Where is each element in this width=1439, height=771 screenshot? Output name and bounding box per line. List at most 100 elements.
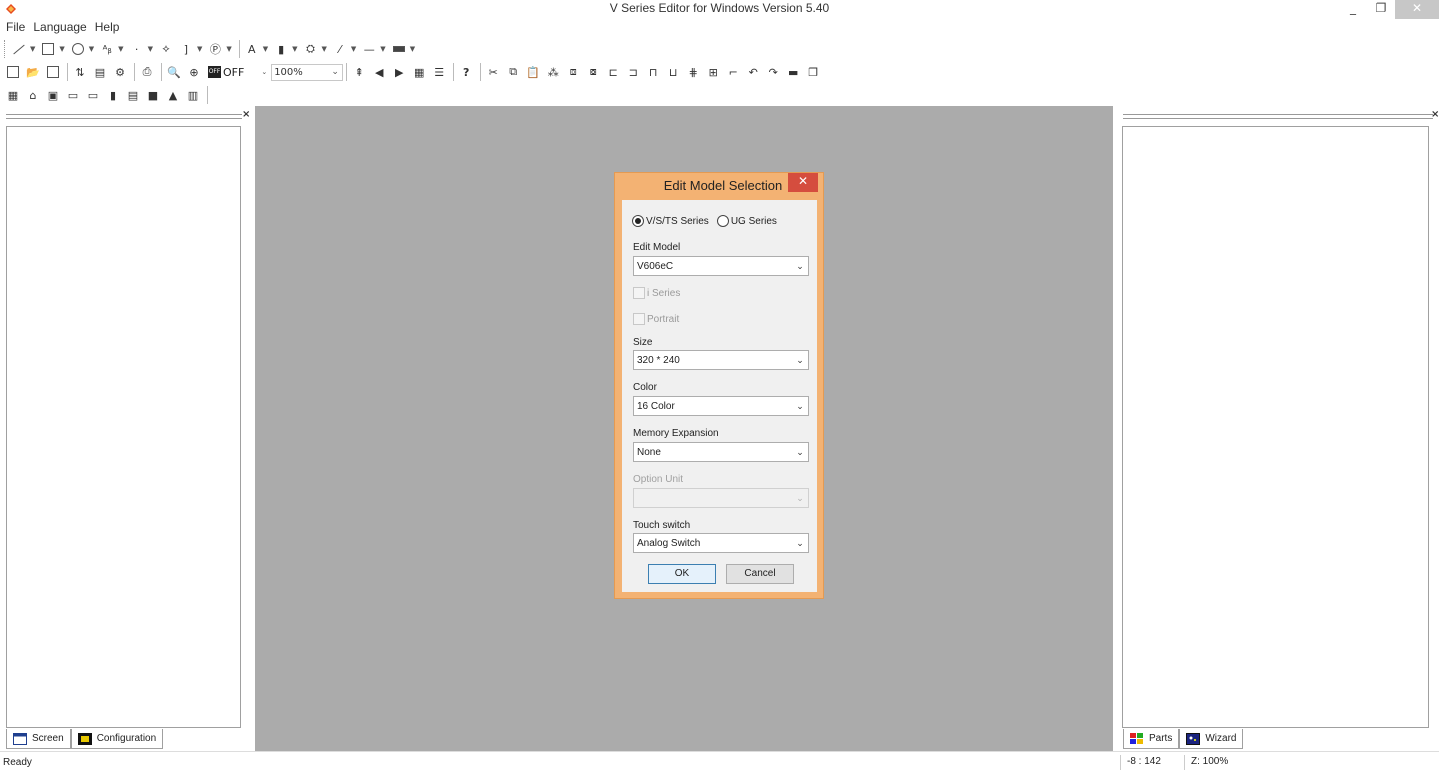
char-part-button[interactable]: ▭ <box>84 86 102 104</box>
undo-button[interactable]: ↶ <box>744 63 762 81</box>
chevron-down-icon[interactable]: ▼ <box>292 45 297 53</box>
alarm-part-button[interactable]: ▲ <box>164 86 182 104</box>
edit-model-select[interactable]: V606eC ⌄ <box>633 256 809 276</box>
screen-tree[interactable] <box>6 126 241 728</box>
table-part-button[interactable]: ▦ <box>4 86 22 104</box>
memory-expansion-select[interactable]: None ⌄ <box>633 442 809 462</box>
chevron-down-icon[interactable]: ⌄ <box>261 68 267 76</box>
panel-grip[interactable] <box>6 114 242 119</box>
zoom-combo[interactable]: 100% ⌄ <box>271 63 344 81</box>
draw-mode-toggle[interactable]: OFF OFF <box>205 63 247 81</box>
line-tool-button[interactable] <box>10 40 28 58</box>
chevron-down-icon[interactable]: ▼ <box>148 45 153 53</box>
bracket-tool-button[interactable]: ] <box>177 40 195 58</box>
dialog-close-button[interactable]: ✕ <box>788 173 818 192</box>
line-style-button[interactable]: ⁄ <box>331 40 349 58</box>
size-select[interactable]: 320 * 240 ⌄ <box>633 350 809 370</box>
circle-tool-button[interactable] <box>69 40 87 58</box>
menu-language[interactable]: Language <box>32 19 92 37</box>
close-icon[interactable]: × <box>1431 109 1439 120</box>
align-top-button[interactable]: ⊓ <box>644 63 662 81</box>
redo-button[interactable]: ↷ <box>764 63 782 81</box>
tile-tool-button[interactable]: ⟡ <box>157 40 175 58</box>
property-button[interactable]: ⌐ <box>724 63 742 81</box>
grid-button[interactable]: ▦ <box>410 63 428 81</box>
chevron-down-icon[interactable]: ▼ <box>226 45 231 53</box>
graph-part-button[interactable]: ▤ <box>124 86 142 104</box>
layer-button[interactable]: ▬ <box>784 63 802 81</box>
panel-grip[interactable] <box>1123 114 1433 119</box>
dot-tool-button[interactable]: · <box>128 40 146 58</box>
open-button[interactable]: 📂 <box>24 63 42 81</box>
numeric-part-button[interactable]: ▭ <box>64 86 82 104</box>
close-icon[interactable]: × <box>242 109 250 120</box>
window-button[interactable]: ❐ <box>804 63 822 81</box>
zoom-button[interactable]: 🔍 <box>165 63 183 81</box>
dash-style-button[interactable]: — <box>360 40 378 58</box>
bring-front-button[interactable]: ⧈ <box>564 63 582 81</box>
maximize-button[interactable]: ❐ <box>1367 0 1395 19</box>
text-tool-button[interactable]: ᴬᵦ <box>98 40 116 58</box>
chevron-down-icon[interactable]: ▼ <box>380 45 385 53</box>
radio-vsts-series[interactable] <box>632 215 644 227</box>
menu-help[interactable]: Help <box>94 19 126 37</box>
transfer-button[interactable]: ⇅ <box>71 63 89 81</box>
message-part-button[interactable]: ⌂ <box>24 86 42 104</box>
distribute-button[interactable]: ⋕ <box>684 63 702 81</box>
send-back-button[interactable]: ⧇ <box>584 63 602 81</box>
close-window-button[interactable]: ✕ <box>1395 0 1439 19</box>
parts-tool-button[interactable]: Ⓟ <box>206 40 224 58</box>
next-screen-button[interactable]: ▶ <box>390 63 408 81</box>
chevron-down-icon[interactable]: ▼ <box>322 45 327 53</box>
first-screen-button[interactable]: ⇞ <box>350 63 368 81</box>
chevron-down-icon[interactable]: ▼ <box>197 45 202 53</box>
chevron-down-icon[interactable]: ▼ <box>59 45 64 53</box>
color-select[interactable]: 16 Color ⌄ <box>633 396 809 416</box>
radio-vsts-label[interactable]: V/S/TS Series <box>646 216 709 227</box>
file-part-button[interactable]: ▮ <box>104 86 122 104</box>
chevron-down-icon[interactable]: ▼ <box>351 45 356 53</box>
tab-configuration[interactable]: Configuration <box>70 729 164 749</box>
screen-list-button[interactable]: ▤ <box>91 63 109 81</box>
chevron-down-icon[interactable]: ▼ <box>410 45 415 53</box>
multi-copy-button[interactable]: ⁂ <box>544 63 562 81</box>
minimize-button[interactable]: _ <box>1339 0 1367 19</box>
group-button[interactable]: ⊞ <box>704 63 722 81</box>
chevron-down-icon[interactable]: ▼ <box>263 45 268 53</box>
paste-button[interactable]: 📋 <box>524 63 542 81</box>
new-button[interactable] <box>4 63 22 81</box>
line-width-button[interactable] <box>390 40 408 58</box>
overlap-button[interactable]: ⊕ <box>185 63 203 81</box>
chevron-down-icon[interactable]: ▼ <box>30 45 35 53</box>
tab-wizard[interactable]: Wizard <box>1179 729 1244 749</box>
cut-button[interactable]: ✂ <box>484 63 502 81</box>
save-button[interactable] <box>44 63 62 81</box>
simulator-button[interactable]: ⚙ <box>111 63 129 81</box>
ok-button[interactable]: OK <box>648 564 716 584</box>
tab-parts[interactable]: Parts <box>1123 729 1180 749</box>
list-button[interactable]: ☰ <box>430 63 448 81</box>
menu-file[interactable]: File <box>5 19 31 37</box>
radio-ug-series[interactable] <box>716 215 729 227</box>
parts-list[interactable] <box>1122 126 1429 728</box>
chevron-down-icon[interactable]: ▼ <box>89 45 94 53</box>
graphic-part-button[interactable]: ▣ <box>44 86 62 104</box>
cancel-button[interactable]: Cancel <box>726 564 794 584</box>
toolbar-grip[interactable] <box>4 40 7 58</box>
pen-tool-button[interactable]: ▮ <box>272 40 290 58</box>
copy-button[interactable]: ⧉ <box>504 63 522 81</box>
video-part-button[interactable]: ■ <box>144 86 162 104</box>
align-center-button[interactable]: ⊐ <box>624 63 642 81</box>
help-button[interactable]: ? <box>457 63 475 81</box>
rectangle-tool-button[interactable] <box>39 40 57 58</box>
prev-screen-button[interactable]: ◀ <box>370 63 388 81</box>
fill-tool-button[interactable]: ⛭ <box>302 40 320 58</box>
font-tool-button[interactable]: A <box>243 40 261 58</box>
touch-switch-select[interactable]: Analog Switch ⌄ <box>633 533 809 553</box>
tab-screen[interactable]: Screen <box>6 729 71 749</box>
chevron-down-icon[interactable]: ▼ <box>118 45 123 53</box>
radio-ug-label[interactable]: UG Series <box>731 216 777 227</box>
align-left-button[interactable]: ⊏ <box>604 63 622 81</box>
print-button[interactable]: ⎙ <box>138 63 156 81</box>
calendar-part-button[interactable]: ▥ <box>184 86 202 104</box>
